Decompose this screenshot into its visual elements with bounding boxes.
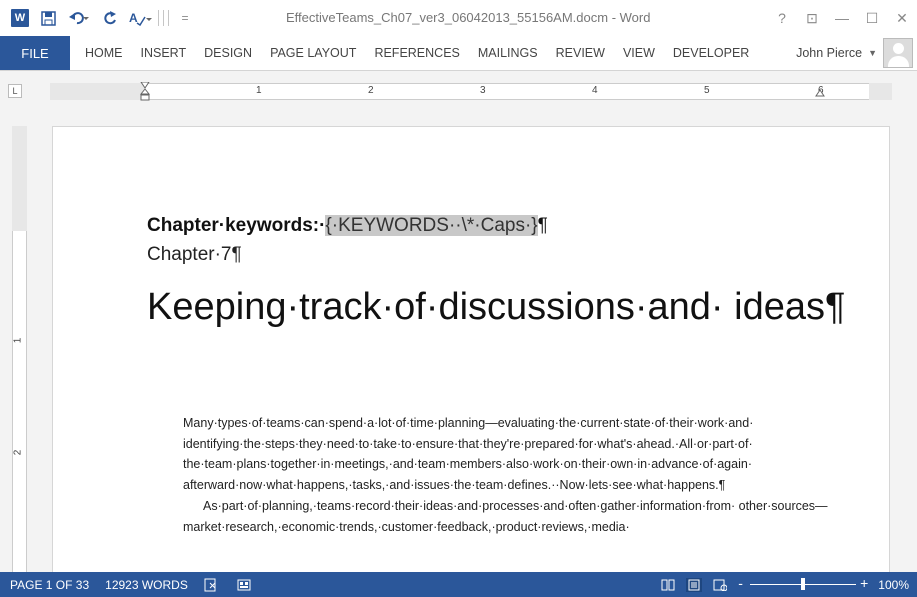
page-count[interactable]: PAGE 1 OF 33 (0, 578, 97, 592)
redo-icon[interactable] (96, 4, 124, 32)
read-mode-icon[interactable] (660, 578, 676, 592)
tab-view[interactable]: VIEW (614, 36, 664, 70)
horizontal-ruler[interactable]: 1 2 3 4 5 6 (50, 81, 892, 103)
ruler-text-area (144, 83, 869, 100)
body-paragraph[interactable]: Many·types·of·teams·can·spend·a·lot·of·t… (183, 413, 833, 495)
qat-separator (163, 10, 164, 26)
window-controls: ? ⊡ — ☐ ✕ (767, 0, 917, 36)
ruler-number: 1 (256, 85, 262, 96)
right-indent-marker[interactable] (815, 88, 825, 103)
save-icon[interactable] (34, 4, 62, 32)
svg-text:A: A (129, 11, 138, 25)
tab-page-layout[interactable]: PAGE LAYOUT (261, 36, 365, 70)
tab-home[interactable]: HOME (76, 36, 132, 70)
chapter-keywords-line[interactable]: Chapter·keywords:·{·KEYWORDS··\*·Caps·}¶ (147, 215, 548, 237)
title-bar: W A = EffectiveTeams_Ch07_ver3_06042013_… (0, 0, 917, 36)
zoom-out-button[interactable]: - (738, 575, 743, 591)
help-button[interactable]: ? (767, 10, 797, 26)
window-title: EffectiveTeams_Ch07_ver3_06042013_55156A… (286, 10, 651, 25)
tab-review[interactable]: REVIEW (547, 36, 614, 70)
document-workspace: 1 2 Chapter·keywords:·{·KEYWORDS··\*·Cap… (0, 109, 917, 572)
qat-separator (158, 10, 159, 26)
body-paragraph[interactable]: As·part·of·planning,·teams·record·their·… (183, 496, 833, 537)
tab-selector-button[interactable]: L (8, 84, 22, 98)
word-app-icon[interactable]: W (6, 4, 34, 32)
user-account[interactable]: John Pierce ▼ (796, 36, 913, 70)
customize-qat-button[interactable]: = (171, 4, 199, 32)
user-name: John Pierce (796, 46, 863, 60)
ruler-number: 2 (368, 85, 374, 96)
vertical-ruler[interactable]: 1 2 (12, 126, 27, 572)
ruler-number: 5 (704, 85, 710, 96)
ruler-number: 2 (12, 449, 24, 456)
status-bar: PAGE 1 OF 33 12923 WORDS - + 100% (0, 572, 917, 597)
ruler-number: 3 (480, 85, 486, 96)
zoom-thumb[interactable] (801, 578, 806, 590)
undo-icon[interactable] (62, 4, 96, 32)
ribbon-tabs: FILE HOME INSERT DESIGN PAGE LAYOUT REFE… (0, 36, 917, 70)
indent-marker[interactable] (139, 81, 151, 104)
keywords-label: Chapter·keywords:· (147, 215, 326, 236)
zoom-level[interactable]: 100% (878, 578, 909, 592)
zoom-slider[interactable]: - + (738, 572, 868, 597)
quick-access-toolbar: W A = (0, 0, 199, 36)
ribbon-display-options-button[interactable]: ⊡ (797, 10, 827, 27)
tab-design[interactable]: DESIGN (195, 36, 261, 70)
keywords-field-code[interactable]: {·KEYWORDS··\*·Caps·} (325, 215, 538, 236)
vruler-text-area (12, 231, 27, 572)
spelling-icon[interactable]: A (124, 4, 156, 32)
web-layout-icon[interactable] (712, 578, 728, 592)
tab-file[interactable]: FILE (0, 36, 70, 70)
zoom-in-button[interactable]: + (860, 575, 868, 591)
minimize-button[interactable]: — (827, 10, 857, 26)
ruler-number: 1 (12, 337, 24, 344)
avatar (883, 38, 913, 68)
status-bar-right: - + 100% (660, 572, 909, 597)
chapter-number[interactable]: Chapter·7¶ (147, 244, 242, 266)
word-count[interactable]: 12923 WORDS (97, 578, 196, 592)
qat-separator (168, 10, 169, 26)
proofing-icon[interactable] (196, 578, 228, 592)
paragraph-mark: ¶ (537, 215, 548, 236)
tab-insert[interactable]: INSERT (132, 36, 196, 70)
print-layout-icon[interactable] (686, 577, 703, 592)
chapter-heading[interactable]: Keeping·track·of·discussions·and· ideas¶ (147, 279, 847, 335)
document-page[interactable]: Chapter·keywords:·{·KEYWORDS··\*·Caps·}¶… (52, 126, 890, 572)
maximize-button[interactable]: ☐ (857, 10, 887, 27)
macro-record-icon[interactable] (228, 578, 260, 592)
ruler-area: L 1 2 3 4 5 6 (0, 71, 917, 109)
tab-developer[interactable]: DEVELOPER (664, 36, 758, 70)
tab-references[interactable]: REFERENCES (365, 36, 468, 70)
close-button[interactable]: ✕ (887, 10, 917, 27)
tab-mailings[interactable]: MAILINGS (469, 36, 547, 70)
ruler-number: 4 (592, 85, 598, 96)
chevron-down-icon: ▼ (868, 48, 877, 58)
